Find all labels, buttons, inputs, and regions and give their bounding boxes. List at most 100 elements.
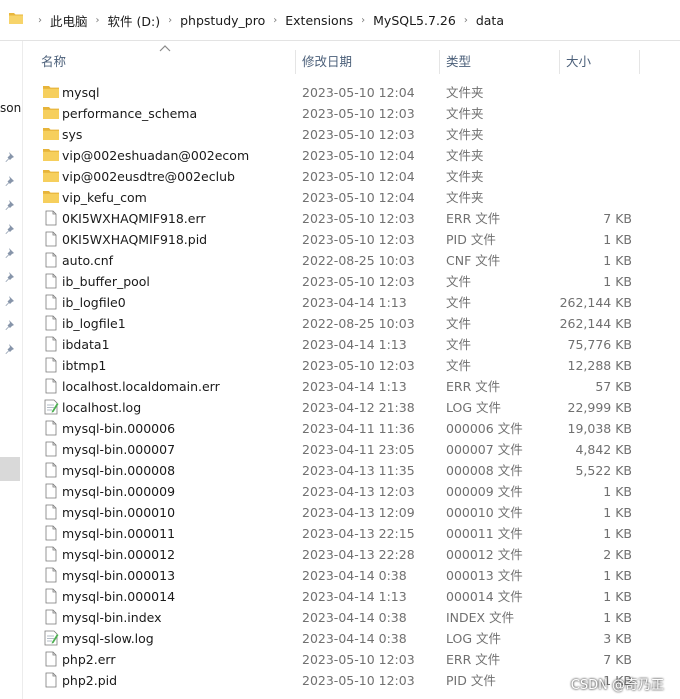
pin-icon[interactable]: [5, 151, 17, 163]
file-type: 文件夹: [446, 127, 484, 142]
file-date: 2023-05-10 12:03: [302, 358, 415, 373]
file-type: LOG 文件: [446, 400, 502, 415]
column-divider[interactable]: [295, 50, 296, 74]
chevron-right-icon[interactable]: ›: [160, 15, 180, 26]
file-date: 2023-05-10 12:04: [302, 148, 415, 163]
file-type: ERR 文件: [446, 211, 501, 226]
column-name-header[interactable]: 名称: [41, 50, 66, 74]
file-size: 1 KB: [603, 484, 632, 499]
file-row[interactable]: ibdata1 2023-04-14 1:13 文件 75,776 KB: [22, 334, 680, 355]
file-icon: [45, 315, 57, 331]
chevron-right-icon[interactable]: ›: [88, 15, 108, 26]
file-type: 000007 文件: [446, 442, 523, 457]
pin-icon[interactable]: [5, 343, 17, 355]
chevron-right-icon[interactable]: ›: [456, 15, 476, 26]
file-row[interactable]: mysql-bin.index 2023-04-14 0:38 INDEX 文件 1 …: [22, 607, 680, 628]
file-type: 000009 文件: [446, 484, 523, 499]
file-row[interactable]: performance_schema 2023-05-10 12:03 文件夹: [22, 103, 680, 124]
file-type: 000010 文件: [446, 505, 523, 520]
file-size: 12,288 KB: [567, 358, 632, 373]
file-date: 2022-08-25 10:03: [302, 253, 415, 268]
pin-icon[interactable]: [5, 295, 17, 307]
column-divider[interactable]: [439, 50, 440, 74]
file-row[interactable]: localhost.localdomain.err 2023-04-14 1:13…: [22, 376, 680, 397]
chevron-right-icon[interactable]: ›: [265, 15, 285, 26]
breadcrumb: › 此电脑 › 软件 (D:) › phpstudy_pro › Extensions › MyS…: [30, 11, 504, 29]
breadcrumb-segment[interactable]: Extensions: [285, 13, 353, 28]
pin-icon[interactable]: [5, 271, 17, 283]
file-row[interactable]: 0KI5WXHAQMIF918.pid 2023-05-10 12:03 PID 文…: [22, 229, 680, 250]
file-row[interactable]: vip@002eusdtre@002eclub 2023-05-10 12:04 文…: [22, 166, 680, 187]
file-row[interactable]: mysql-bin.000013 2023-04-14 0:38 000013 文件…: [22, 565, 680, 586]
navigation-pane[interactable]: sona: [0, 41, 23, 699]
file-name: vip@002eshuadan@002ecom: [62, 148, 250, 163]
column-size-header[interactable]: 大小: [566, 50, 591, 74]
file-row[interactable]: mysql-bin.000012 2023-04-13 22:28 000012 文…: [22, 544, 680, 565]
address-bar[interactable]: › 此电脑 › 软件 (D:) › phpstudy_pro › Extensions › MyS…: [0, 0, 680, 41]
file-icon: [45, 294, 57, 310]
column-divider[interactable]: [639, 50, 640, 74]
file-size: 1 KB: [603, 274, 632, 289]
file-date: 2022-08-25 10:03: [302, 316, 415, 331]
file-icon: [45, 273, 57, 289]
file-type: CNF 文件: [446, 253, 501, 268]
column-divider[interactable]: [559, 50, 560, 74]
file-name: ib_logfile1: [62, 316, 126, 331]
column-type-header[interactable]: 类型: [446, 50, 471, 74]
column-date-header[interactable]: 修改日期: [302, 50, 352, 74]
file-row[interactable]: php2.err 2023-05-10 12:03 ERR 文件 7 KB: [22, 649, 680, 670]
file-name: localhost.log: [62, 400, 142, 415]
file-row[interactable]: ib_logfile1 2022-08-25 10:03 文件 262,144 KB: [22, 313, 680, 334]
breadcrumb-segment[interactable]: data: [476, 13, 504, 28]
file-row[interactable]: mysql-bin.000011 2023-04-13 22:15 000011 文…: [22, 523, 680, 544]
file-date: 2023-05-10 12:03: [302, 211, 415, 226]
file-row[interactable]: mysql-bin.000006 2023-04-11 11:36 000006 文…: [22, 418, 680, 439]
file-row[interactable]: mysql 2023-05-10 12:04 文件夹: [22, 82, 680, 103]
file-type: 文件夹: [446, 190, 484, 205]
file-row[interactable]: ib_logfile0 2023-04-14 1:13 文件 262,144 KB: [22, 292, 680, 313]
file-name: vip@002eusdtre@002eclub: [62, 169, 235, 184]
file-row[interactable]: 0KI5WXHAQMIF918.err 2023-05-10 12:03 ERR 文…: [22, 208, 680, 229]
pin-icon[interactable]: [5, 319, 17, 331]
file-row[interactable]: sys 2023-05-10 12:03 文件夹: [22, 124, 680, 145]
file-icon: [45, 252, 57, 268]
file-row[interactable]: mysql-bin.000008 2023-04-13 11:35 000008 文…: [22, 460, 680, 481]
file-row[interactable]: mysql-slow.log 2023-04-14 0:38 LOG 文件 3 KB: [22, 628, 680, 649]
folder-icon: [43, 170, 59, 182]
file-row[interactable]: localhost.log 2023-04-12 21:38 LOG 文件 22,99…: [22, 397, 680, 418]
file-type: PID 文件: [446, 673, 496, 688]
file-row[interactable]: mysql-bin.000007 2023-04-11 23:05 000007 文…: [22, 439, 680, 460]
file-row[interactable]: ibtmp1 2023-05-10 12:03 文件 12,288 KB: [22, 355, 680, 376]
chevron-right-icon[interactable]: ›: [30, 15, 50, 26]
file-row[interactable]: auto.cnf 2022-08-25 10:03 CNF 文件 1 KB: [22, 250, 680, 271]
file-size: 19,038 KB: [567, 421, 632, 436]
pin-icon[interactable]: [5, 199, 17, 211]
pin-icon[interactable]: [5, 247, 17, 259]
file-row[interactable]: mysql-bin.000009 2023-04-13 12:03 000009 文…: [22, 481, 680, 502]
pin-icon[interactable]: [5, 223, 17, 235]
file-row[interactable]: mysql-bin.000010 2023-04-13 12:09 000010 文…: [22, 502, 680, 523]
file-date: 2023-05-10 12:04: [302, 169, 415, 184]
file-row[interactable]: ib_buffer_pool 2023-05-10 12:03 文件 1 KB: [22, 271, 680, 292]
file-date: 2023-05-10 12:03: [302, 232, 415, 247]
nav-selected-item[interactable]: [0, 457, 20, 481]
file-icon: [45, 441, 57, 457]
breadcrumb-segment[interactable]: phpstudy_pro: [180, 13, 265, 28]
breadcrumb-segment[interactable]: 软件 (D:): [108, 11, 161, 30]
pin-icon[interactable]: [5, 175, 17, 187]
file-name: mysql-bin.000006: [62, 421, 176, 436]
file-type: LOG 文件: [446, 631, 502, 646]
file-name: mysql-bin.000010: [62, 505, 176, 520]
breadcrumb-segment[interactable]: 此电脑: [50, 11, 88, 30]
file-name: performance_schema: [62, 106, 198, 121]
breadcrumb-segment[interactable]: MySQL5.7.26: [373, 13, 456, 28]
file-date: 2023-04-14 1:13: [302, 295, 407, 310]
file-type: 000006 文件: [446, 421, 523, 436]
file-size: 1 KB: [603, 253, 632, 268]
file-row[interactable]: vip_kefu_com 2023-05-10 12:04 文件夹: [22, 187, 680, 208]
chevron-right-icon[interactable]: ›: [353, 15, 373, 26]
file-row[interactable]: vip@002eshuadan@002ecom 2023-05-10 12:04 文…: [22, 145, 680, 166]
file-date: 2023-05-10 12:03: [302, 106, 415, 121]
file-row[interactable]: mysql-bin.000014 2023-04-14 1:13 000014 文件…: [22, 586, 680, 607]
file-type: 文件: [446, 358, 472, 373]
